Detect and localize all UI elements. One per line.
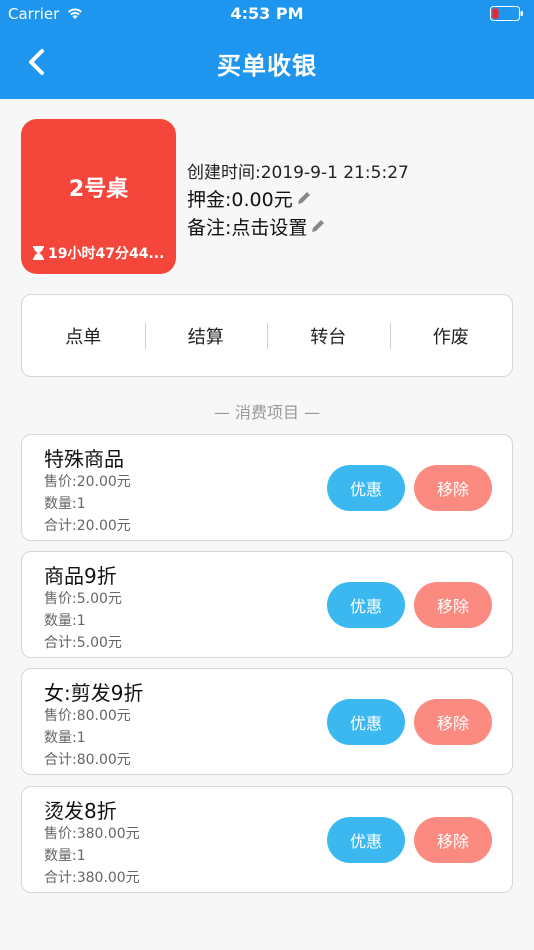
note-field[interactable]: 备注:点击设置 — [187, 212, 409, 240]
battery-icon — [490, 6, 524, 25]
remove-button[interactable]: 移除 — [414, 699, 492, 745]
item-quantity: 数量:1 — [44, 496, 86, 512]
item-quantity: 数量:1 — [44, 613, 86, 629]
item-total: 合计:80.00元 — [44, 752, 131, 768]
remove-button[interactable]: 移除 — [414, 817, 492, 863]
item-name: 烫发8折 — [44, 799, 117, 823]
item-total: 合计:5.00元 — [44, 635, 122, 651]
header-bar: Carrier 4:53 PM 买单收银 — [0, 0, 534, 99]
timer-text: 19小时47分44... — [48, 246, 165, 262]
item-total: 合计:20.00元 — [44, 518, 131, 534]
discount-button[interactable]: 优惠 — [327, 465, 405, 511]
hourglass-icon — [33, 246, 44, 260]
item-name: 女:剪发9折 — [44, 681, 144, 705]
void-button[interactable]: 作废 — [389, 295, 513, 376]
status-bar: Carrier 4:53 PM — [0, 0, 534, 30]
table-name: 2号桌 — [68, 177, 129, 202]
item-price: 售价:20.00元 — [44, 474, 131, 490]
item-name: 特殊商品 — [44, 447, 124, 471]
pencil-icon — [297, 192, 310, 204]
list-item: 女:剪发9折 售价:80.00元 数量:1 合计:80.00元 优惠 移除 — [21, 668, 513, 775]
table-info: 创建时间:2019-9-1 21:5:27 押金:0.00元 备注:点击设置 — [187, 156, 409, 240]
discount-button[interactable]: 优惠 — [327, 582, 405, 628]
checkout-button[interactable]: 结算 — [144, 295, 268, 376]
section-label: — 消费项目 — — [213, 403, 321, 422]
item-price: 售价:80.00元 — [44, 708, 131, 724]
action-bar: 点单 结算 转台 作废 — [21, 294, 513, 377]
discount-button[interactable]: 优惠 — [327, 817, 405, 863]
status-time: 4:53 PM — [230, 4, 304, 23]
created-time: 创建时间:2019-9-1 21:5:27 — [187, 162, 409, 183]
pencil-icon — [312, 220, 325, 232]
note-text: 备注:点击设置 — [187, 216, 308, 239]
order-button[interactable]: 点单 — [22, 295, 145, 376]
item-name: 商品9折 — [44, 564, 117, 588]
remove-button[interactable]: 移除 — [414, 582, 492, 628]
item-total: 合计:380.00元 — [44, 870, 140, 886]
item-price: 售价:380.00元 — [44, 826, 140, 842]
item-quantity: 数量:1 — [44, 848, 86, 864]
table-card[interactable]: 2号桌 19小时47分44... — [21, 119, 176, 274]
deposit-text: 押金:0.00元 — [187, 188, 293, 211]
transfer-table-button[interactable]: 转台 — [267, 295, 390, 376]
table-timer: 19小时47分44... — [33, 243, 173, 263]
discount-button[interactable]: 优惠 — [327, 699, 405, 745]
list-item: 商品9折 售价:5.00元 数量:1 合计:5.00元 优惠 移除 — [21, 551, 513, 658]
item-quantity: 数量:1 — [44, 730, 86, 746]
page-title: 买单收银 — [217, 52, 317, 80]
item-price: 售价:5.00元 — [44, 591, 122, 607]
list-item: 特殊商品 售价:20.00元 数量:1 合计:20.00元 优惠 移除 — [21, 434, 513, 541]
list-item: 烫发8折 售价:380.00元 数量:1 合计:380.00元 优惠 移除 — [21, 786, 513, 893]
remove-button[interactable]: 移除 — [414, 465, 492, 511]
deposit-field[interactable]: 押金:0.00元 — [187, 184, 409, 212]
